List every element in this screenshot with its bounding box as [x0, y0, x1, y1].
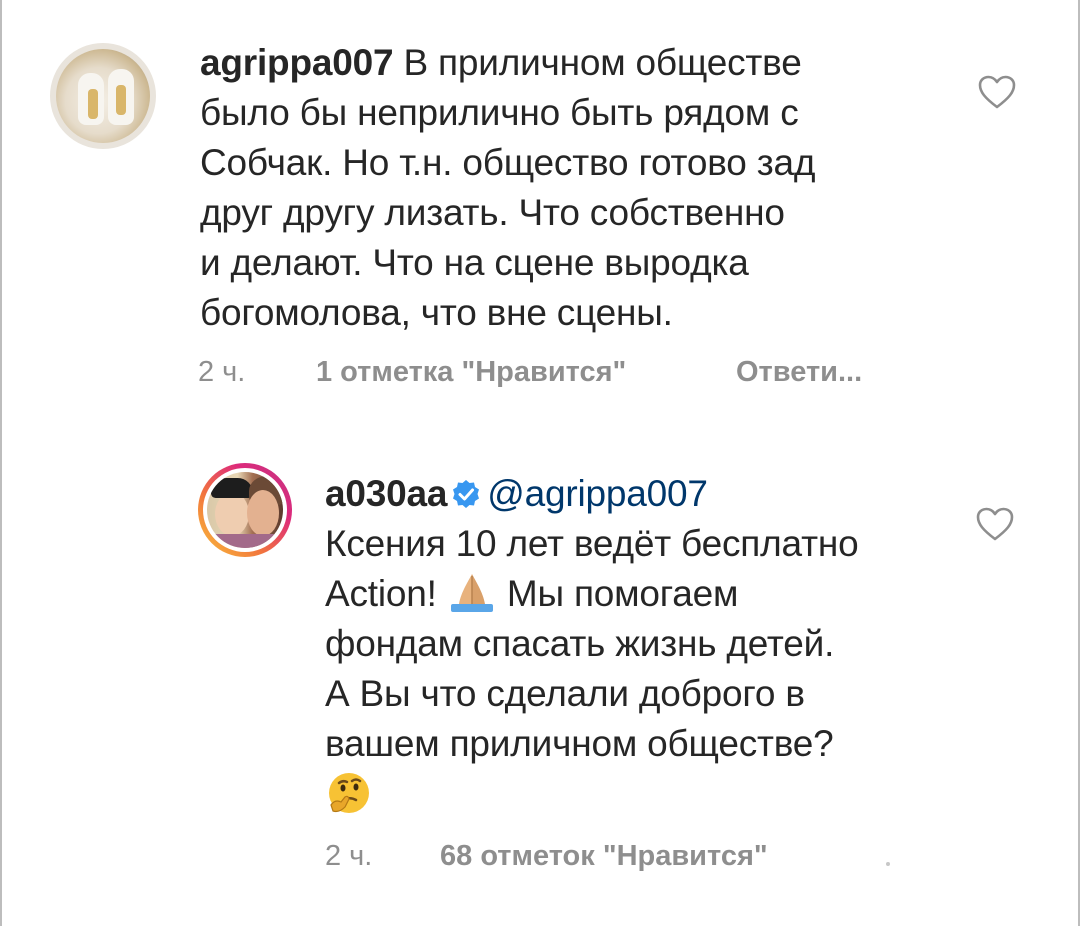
comment-username[interactable]: a030aa	[325, 473, 447, 514]
comment-text-line: В приличном обществе	[393, 42, 802, 83]
comment-username[interactable]: agrippa007	[200, 42, 394, 83]
likes-count-button[interactable]: 68 отметок "Нравится"	[440, 840, 768, 873]
comment-text-line: и делают. Что на сцене выродка	[200, 242, 749, 283]
truncated-action-dot	[886, 862, 890, 866]
comment-time: 2 ч.	[198, 356, 246, 388]
mention-link[interactable]: @agrippa007	[487, 473, 708, 514]
comment-text-line: вашем приличном обществе?	[325, 723, 834, 764]
heart-outline-icon[interactable]	[977, 74, 1017, 110]
left-frame-border	[0, 0, 2, 926]
comment-text-line: А Вы что сделали доброго в	[325, 673, 805, 714]
verified-badge-icon	[453, 480, 480, 508]
likes-count-button[interactable]: 1 отметка "Нравится"	[316, 356, 626, 389]
comment-text: agrippa007 В приличном обществе было бы …	[200, 38, 815, 338]
avatar[interactable]	[50, 43, 156, 149]
thinking-face-emoji	[329, 773, 369, 813]
avatar-story-ring[interactable]	[198, 463, 292, 557]
comment-text-line: Мы помогаем	[496, 573, 739, 614]
comment-time: 2 ч.	[325, 840, 373, 872]
folded-hands-emoji	[450, 574, 493, 612]
comment-text-line: фондам спасать жизнь детей.	[325, 623, 835, 664]
avatar-photo	[207, 472, 283, 548]
comment-text-line: богомолова, что вне сцены.	[200, 292, 673, 333]
heart-outline-icon[interactable]	[975, 506, 1015, 542]
comment-text-line: друг другу лизать. Что собственно	[200, 192, 785, 233]
avatar-photo	[56, 49, 150, 143]
comment-meta: 2 ч. 1 отметка "Нравится" Ответи...	[198, 356, 898, 392]
comment-text-line: Ксения 10 лет ведёт бесплатно	[325, 523, 859, 564]
comment-text-line: Собчак. Но т.н. общество готово зад	[200, 142, 816, 183]
comment-text-line: было бы неприлично быть рядом с	[200, 92, 799, 133]
comment-text-line: Action!	[325, 573, 447, 614]
reply-button[interactable]: Ответи...	[736, 356, 862, 389]
comment-text: a030aa @agrippa007 Ксения 10 лет ведёт б…	[325, 469, 859, 824]
comment-meta: 2 ч. 68 отметок "Нравится"	[325, 840, 885, 876]
